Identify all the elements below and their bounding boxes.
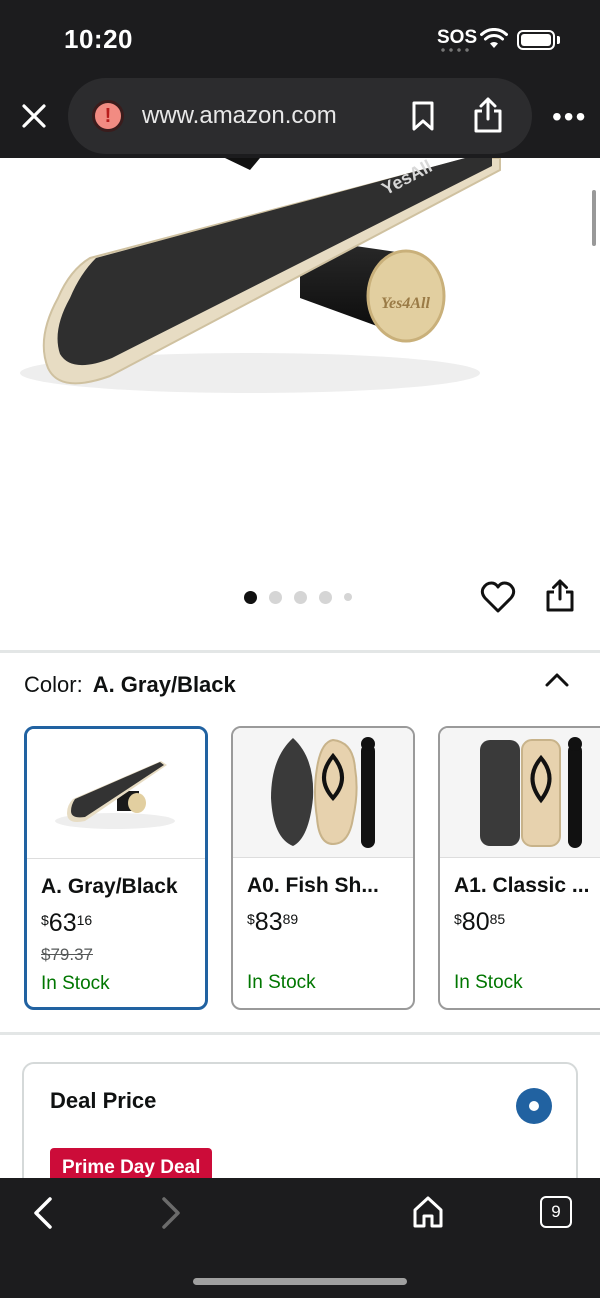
share-icon[interactable] bbox=[472, 96, 504, 134]
scrollbar[interactable] bbox=[592, 190, 596, 246]
carousel-dot[interactable] bbox=[269, 590, 282, 604]
url-text[interactable]: www.amazon.com bbox=[142, 102, 337, 130]
browser-toolbar: ! www.amazon.com ••• bbox=[0, 78, 600, 158]
selected-color-value: A. Gray/Black bbox=[92, 672, 236, 697]
option-price: $8085 bbox=[454, 908, 506, 936]
option-stock-status: In Stock bbox=[41, 973, 110, 994]
bookmark-icon[interactable] bbox=[410, 100, 436, 132]
sos-indicator: SOS bbox=[437, 27, 478, 48]
clock: 10:20 bbox=[64, 24, 133, 54]
home-indicator[interactable] bbox=[193, 1278, 407, 1285]
carousel-dot[interactable] bbox=[319, 590, 332, 604]
option-name: A0. Fish Sh... bbox=[247, 874, 379, 897]
forward-arrow-icon[interactable] bbox=[158, 1196, 184, 1230]
browser-bottom-toolbar: 9 bbox=[0, 1178, 600, 1298]
option-stock-status: In Stock bbox=[247, 972, 316, 993]
more-options-icon[interactable]: ••• bbox=[552, 103, 587, 131]
color-option-gray-black[interactable]: A. Gray/Black $6316 $79.37 In Stock bbox=[24, 726, 208, 1010]
carousel-dot[interactable] bbox=[344, 593, 352, 601]
option-price: $8389 bbox=[247, 908, 299, 936]
product-image[interactable]: Yes4All YesAll bbox=[0, 158, 600, 568]
address-bar[interactable]: ! www.amazon.com bbox=[68, 78, 532, 154]
carousel-dot[interactable] bbox=[294, 590, 307, 604]
battery-icon bbox=[517, 30, 555, 50]
status-bar: 10:20 SOS bbox=[0, 0, 600, 78]
section-divider bbox=[0, 1032, 600, 1035]
signal-dots-icon bbox=[439, 48, 469, 52]
color-selector-header[interactable]: Color: A. Gray/Black bbox=[24, 672, 236, 698]
swatch-image bbox=[27, 729, 205, 859]
heart-icon[interactable] bbox=[480, 580, 516, 614]
option-list-price: $79.37 bbox=[41, 945, 93, 964]
color-label: Color: bbox=[24, 672, 83, 697]
carousel-dot[interactable] bbox=[244, 590, 257, 604]
deal-title: Deal Price bbox=[50, 1088, 157, 1113]
swatch-image bbox=[233, 728, 413, 858]
option-stock-status: In Stock bbox=[454, 972, 523, 993]
option-price: $6316 bbox=[41, 909, 93, 937]
section-divider bbox=[0, 650, 600, 653]
balance-board-illustration: Yes4All YesAll bbox=[20, 158, 501, 393]
wifi-icon bbox=[480, 28, 508, 48]
chevron-up-icon[interactable] bbox=[544, 670, 570, 690]
option-name: A. Gray/Black bbox=[41, 875, 178, 898]
back-arrow-icon[interactable] bbox=[30, 1196, 56, 1230]
color-option-fish-shape[interactable]: A0. Fish Sh... $8389 In Stock bbox=[231, 726, 415, 1010]
home-icon[interactable] bbox=[410, 1194, 446, 1230]
close-icon[interactable] bbox=[18, 100, 50, 132]
image-carousel-dots[interactable] bbox=[244, 590, 352, 604]
battery-tip bbox=[557, 36, 560, 44]
option-name: A1. Classic ... bbox=[454, 874, 590, 897]
roller-logo: Yes4All bbox=[381, 295, 430, 312]
tabs-count-button[interactable]: 9 bbox=[540, 1196, 572, 1228]
deal-radio-button[interactable] bbox=[516, 1088, 552, 1124]
color-option-classic[interactable]: A1. Classic ... $8085 In Stock bbox=[438, 726, 600, 1010]
share-icon[interactable] bbox=[544, 578, 576, 614]
swatch-image bbox=[440, 728, 600, 858]
warning-icon[interactable]: ! bbox=[92, 100, 124, 132]
